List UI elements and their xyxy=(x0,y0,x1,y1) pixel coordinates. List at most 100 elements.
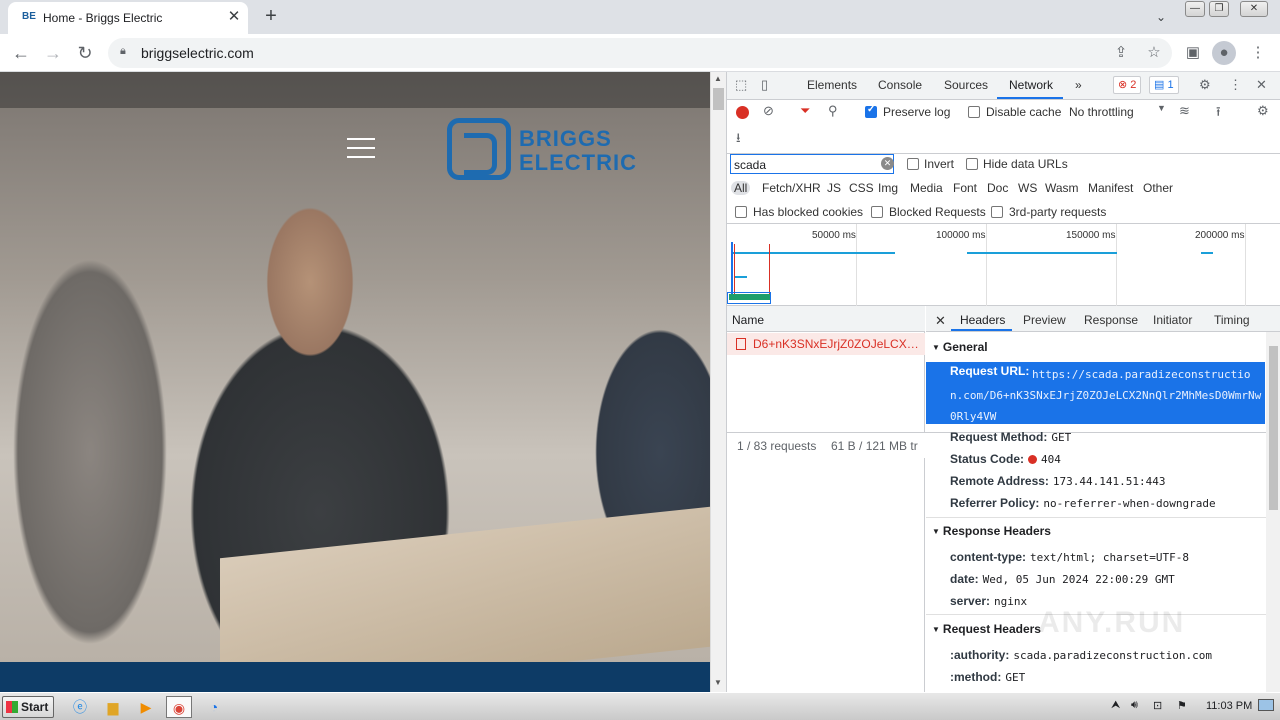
inspect-element-icon[interactable]: ⬚ xyxy=(735,77,747,93)
blocked-requests-checkbox[interactable] xyxy=(871,206,883,218)
forward-arrow-icon[interactable]: → xyxy=(40,40,66,66)
referrer-policy-row: Referrer Policy: no-referrer-when-downgra… xyxy=(950,496,1216,510)
tab-timing[interactable]: Timing xyxy=(1214,313,1250,327)
request-headers-section-header[interactable]: Request Headers xyxy=(932,622,1041,636)
filter-funnel-icon[interactable]: ⏷ xyxy=(800,103,810,119)
kebab-menu-icon[interactable]: ⋮ xyxy=(1245,40,1271,66)
back-arrow-icon[interactable]: ← xyxy=(8,40,34,66)
tab-search-chevron-icon[interactable]: ⌄ xyxy=(1150,6,1172,28)
filter-input[interactable]: scada ✕ xyxy=(730,154,894,174)
record-icon[interactable] xyxy=(736,106,749,119)
message-count-badge[interactable]: ▤ 1 xyxy=(1149,76,1179,94)
close-devtools-icon[interactable]: ✕ xyxy=(1256,77,1267,93)
tab-preview[interactable]: Preview xyxy=(1023,313,1066,327)
tab-response[interactable]: Response xyxy=(1084,313,1138,327)
address-bar[interactable]: 🔒︎ briggselectric.com xyxy=(108,38,1172,68)
request-row[interactable]: D6+nK3SNxEJrjZ0ZOJeLCX2N... xyxy=(727,333,925,355)
new-tab-button[interactable]: + xyxy=(258,3,284,29)
blocked-cookies-checkbox[interactable] xyxy=(735,206,747,218)
page-scroll-thumb[interactable] xyxy=(713,88,724,110)
clear-filter-icon[interactable]: ✕ xyxy=(881,157,894,170)
network-icon[interactable]: ⊡ xyxy=(1153,699,1162,712)
hamburger-menu-icon[interactable] xyxy=(347,138,375,158)
close-window-button[interactable]: ✕ xyxy=(1240,1,1268,17)
edge-icon[interactable]: ◔ xyxy=(201,696,227,718)
preserve-log-checkbox[interactable] xyxy=(865,104,877,118)
status-code-label: Status Code: xyxy=(950,452,1025,466)
filter-type-js[interactable]: JS xyxy=(827,181,841,195)
bookmark-star-icon[interactable]: ☆ xyxy=(1141,40,1167,66)
filter-type-other[interactable]: Other xyxy=(1143,181,1173,195)
show-desktop-icon[interactable] xyxy=(1258,699,1274,711)
tab-strip: BE Home - Briggs Electric ✕ + ⌄ — ❐ ✕ xyxy=(0,0,1280,34)
section-divider xyxy=(926,517,1266,518)
response-headers-section-header[interactable]: Response Headers xyxy=(932,524,1051,538)
hide-data-urls-checkbox[interactable] xyxy=(966,158,978,170)
tab-initiator[interactable]: Initiator xyxy=(1153,313,1192,327)
tab-network[interactable]: Network xyxy=(1009,78,1053,92)
device-toolbar-icon[interactable]: ▯ xyxy=(761,77,768,93)
profile-avatar-icon[interactable]: ● xyxy=(1212,41,1236,65)
scroll-down-icon[interactable]: ▼ xyxy=(714,678,722,687)
throttling-select[interactable]: No throttling xyxy=(1069,105,1134,119)
minimize-button[interactable]: — xyxy=(1185,1,1205,17)
search-icon[interactable]: ⚲ xyxy=(828,103,838,119)
settings-gear-icon[interactable]: ⚙ xyxy=(1199,77,1211,93)
name-column-header[interactable]: Name xyxy=(727,306,925,332)
volume-icon[interactable]: 🔊︎ xyxy=(1131,699,1138,712)
media-player-icon[interactable]: ▶ xyxy=(133,696,159,718)
reload-icon[interactable]: ↻ xyxy=(72,40,98,66)
close-tab-icon[interactable]: ✕ xyxy=(224,7,244,27)
page-scrollbar[interactable]: ▲ ▼ xyxy=(710,72,726,692)
filter-type-font[interactable]: Font xyxy=(953,181,977,195)
side-panel-icon[interactable]: ▣ xyxy=(1180,40,1206,66)
internet-explorer-icon[interactable]: ⓔ xyxy=(67,696,93,718)
filter-type-fetch-xhr[interactable]: Fetch/XHR xyxy=(762,181,821,195)
tray-expand-icon[interactable]: ⮝ xyxy=(1111,699,1120,712)
overview-gridline xyxy=(1116,224,1117,306)
import-har-icon[interactable]: ⭱ xyxy=(1216,103,1221,125)
filter-type-img[interactable]: Img xyxy=(878,181,898,195)
network-conditions-icon[interactable]: ≋ xyxy=(1179,103,1190,119)
start-button[interactable]: Start xyxy=(2,696,54,718)
general-section-header[interactable]: General xyxy=(932,340,988,354)
filter-type-css[interactable]: CSS xyxy=(849,181,874,195)
detail-scrollbar[interactable] xyxy=(1266,332,1280,692)
tab-elements[interactable]: Elements xyxy=(807,78,857,92)
filter-type-wasm[interactable]: Wasm xyxy=(1045,181,1079,195)
filter-type-ws[interactable]: WS xyxy=(1018,181,1037,195)
third-party-checkbox[interactable] xyxy=(991,206,1003,218)
taskbar-clock[interactable]: 11:03 PM xyxy=(1206,700,1252,712)
network-overview-timeline[interactable]: 50000 ms 100000 ms 150000 ms 200000 ms xyxy=(727,224,1280,306)
overview-selection[interactable] xyxy=(727,292,771,304)
restore-button[interactable]: ❐ xyxy=(1209,1,1229,17)
network-settings-gear-icon[interactable]: ⚙ xyxy=(1257,103,1269,119)
close-detail-icon[interactable]: ✕ xyxy=(935,313,946,329)
export-har-icon[interactable]: ⭳ xyxy=(736,129,741,151)
share-icon[interactable]: ⇪ xyxy=(1108,40,1134,66)
browser-tab[interactable]: BE Home - Briggs Electric ✕ xyxy=(8,2,248,34)
tab-sources[interactable]: Sources xyxy=(944,78,988,92)
transfer-size: 61 B / 121 MB tr xyxy=(831,439,918,453)
more-tabs-icon[interactable]: » xyxy=(1075,78,1082,92)
file-explorer-icon[interactable]: ▆ xyxy=(100,696,126,718)
throttling-chevron-down-icon[interactable]: ▼ xyxy=(1157,103,1166,113)
tab-headers[interactable]: Headers xyxy=(960,313,1005,327)
filter-type-doc[interactable]: Doc xyxy=(987,181,1008,195)
disable-cache-checkbox[interactable] xyxy=(968,106,980,118)
briggs-electric-logo[interactable]: BRIGGS ELECTRIC xyxy=(447,118,657,180)
site-favicon-icon: BE xyxy=(22,11,36,22)
tab-console[interactable]: Console xyxy=(878,78,922,92)
filter-type-manifest[interactable]: Manifest xyxy=(1088,181,1133,195)
filter-type-media[interactable]: Media xyxy=(910,181,943,195)
chrome-icon[interactable]: ◉ xyxy=(166,696,192,718)
clear-icon[interactable]: ⊘ xyxy=(763,103,774,119)
detail-scroll-thumb[interactable] xyxy=(1269,346,1278,510)
error-count-badge[interactable]: ⊗ 2 xyxy=(1113,76,1142,94)
security-flag-icon[interactable]: ⚑ xyxy=(1177,699,1187,712)
scroll-up-icon[interactable]: ▲ xyxy=(714,74,722,83)
invert-checkbox[interactable] xyxy=(907,158,919,170)
devtools-menu-icon[interactable]: ⋮ xyxy=(1229,77,1242,93)
request-url-row[interactable]: Request URL: https://scada.paradizeconst… xyxy=(926,362,1265,424)
filter-type-all[interactable]: All xyxy=(731,181,751,195)
